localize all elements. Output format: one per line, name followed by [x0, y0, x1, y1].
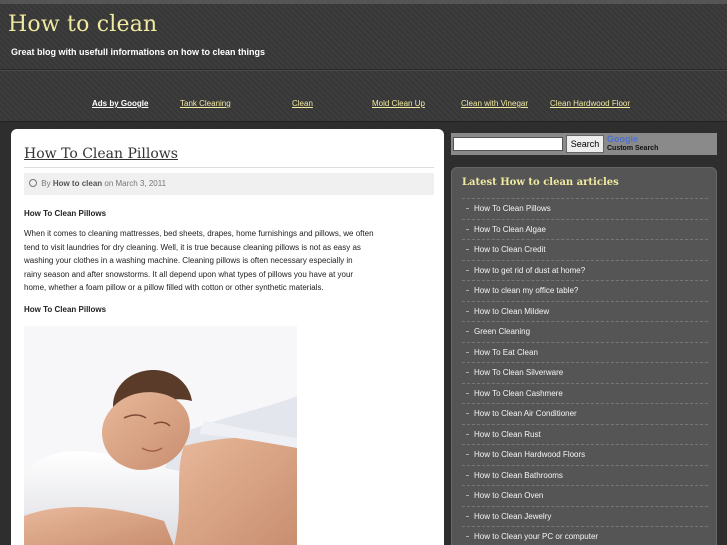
bullet-icon — [466, 208, 469, 209]
bullet-icon — [466, 290, 469, 291]
google-logo-text: Google — [607, 134, 638, 144]
post-heading: How To Clean Pillows — [24, 209, 107, 218]
post-title[interactable]: How To Clean Pillows — [24, 146, 178, 162]
sidebar-article-link[interactable]: How to Clean Bathrooms — [462, 464, 708, 486]
custom-search-label: Custom Search — [607, 145, 659, 152]
sidebar-article-link[interactable]: How To Clean Algae — [462, 218, 708, 240]
bullet-icon — [466, 413, 469, 414]
bullet-icon — [466, 433, 469, 435]
sidebar-article-link[interactable]: Green Cleaning — [462, 321, 708, 342]
post-paragraph: When it comes to cleaning mattresses, be… — [24, 227, 429, 295]
bullet-icon — [466, 351, 469, 353]
ads-bar: Ads by Google Tank Cleaning Clean Mold C… — [0, 99, 727, 113]
author-icon — [29, 179, 37, 187]
sidebar-article-link[interactable]: How to Clean Credit — [462, 239, 708, 260]
sidebar-article-link[interactable]: How To Eat Clean — [462, 341, 708, 363]
paragraph-line: home, whether a foam pillow or a pillow … — [24, 283, 324, 292]
ad-link-mold-clean-up[interactable]: Mold Clean Up — [372, 99, 425, 108]
search-button[interactable]: Search — [566, 135, 604, 153]
bullet-icon — [466, 372, 469, 373]
ad-link-clean-with-vinegar[interactable]: Clean with Vinegar — [461, 99, 528, 108]
sidebar-article-link[interactable]: How To Clean Silverware — [462, 362, 708, 383]
site-title[interactable]: How to clean — [8, 12, 157, 37]
sidebar-article-link[interactable]: How To Clean Cashmere — [462, 382, 708, 404]
bullet-icon — [466, 536, 469, 537]
google-custom-search-logo: Google Custom Search — [607, 134, 715, 154]
sidebar: Latest How to clean articles How To Clea… — [451, 167, 717, 545]
latest-articles-list: How To Clean Pillows How To Clean Algae … — [462, 198, 708, 545]
top-strip — [0, 0, 727, 4]
sidebar-article-link[interactable]: How to Clean Mildew — [462, 300, 708, 322]
bullet-icon — [466, 392, 469, 394]
bullet-icon — [466, 228, 469, 230]
bullet-icon — [466, 269, 469, 271]
sidebar-article-link[interactable]: How to Clean your PC or computer — [462, 526, 708, 545]
post-date: on March 3, 2011 — [104, 179, 167, 188]
bullet-icon — [466, 474, 469, 476]
site-tagline: Great blog with usefull informations on … — [11, 47, 266, 57]
ad-link-clean[interactable]: Clean — [292, 99, 313, 108]
bullet-icon — [466, 331, 469, 332]
paragraph-line: tend to visit laundries for dry cleaning… — [24, 242, 361, 252]
paragraph-line: washing your clothes in a washing machin… — [24, 256, 353, 265]
header-divider — [0, 69, 727, 71]
sleeping-woman-image — [24, 326, 297, 545]
post-meta: By How to clean on March 3, 2011 — [24, 173, 434, 195]
post-content: How To Clean Pillows By How to clean on … — [11, 129, 444, 545]
sidebar-article-link[interactable]: How to Clean Jewelry — [462, 505, 708, 527]
ad-link-clean-hardwood-floor[interactable]: Clean Hardwood Floor — [550, 99, 630, 108]
sidebar-article-link[interactable]: How to Clean Oven — [462, 485, 708, 506]
bullet-icon — [466, 454, 469, 455]
sidebar-article-link[interactable]: How to Clean Air Conditioner — [462, 403, 708, 424]
post-subheading: How To Clean Pillows — [24, 305, 107, 314]
sidebar-article-link[interactable]: How to clean my office table? — [462, 280, 708, 301]
title-divider — [24, 167, 434, 168]
sidebar-article-link[interactable]: How To Clean Pillows — [462, 198, 708, 219]
meta-by: By — [41, 179, 51, 188]
sidebar-article-link[interactable]: How to get rid of dust at home? — [462, 259, 708, 281]
sidebar-article-link[interactable]: How to Clean Rust — [462, 423, 708, 445]
paragraph-line: rainy season and after snowstorms. It al… — [24, 269, 354, 279]
ad-link-tank-cleaning[interactable]: Tank Cleaning — [180, 99, 231, 108]
sidebar-article-link[interactable]: How to Clean Hardwood Floors — [462, 444, 708, 465]
sidebar-title: Latest How to clean articles — [462, 177, 619, 188]
paragraph-line: When it comes to cleaning mattresses, be… — [24, 229, 374, 238]
search-bar: Search Google Custom Search — [451, 133, 717, 155]
bullet-icon — [466, 249, 469, 250]
ads-by-google-link[interactable]: Ads by Google — [92, 99, 148, 108]
bullet-icon — [466, 515, 469, 517]
bullet-icon — [466, 495, 469, 496]
search-input[interactable] — [453, 137, 563, 151]
author-link[interactable]: How to clean — [53, 179, 102, 188]
pillow-photo — [24, 326, 297, 545]
bullet-icon — [466, 310, 469, 312]
